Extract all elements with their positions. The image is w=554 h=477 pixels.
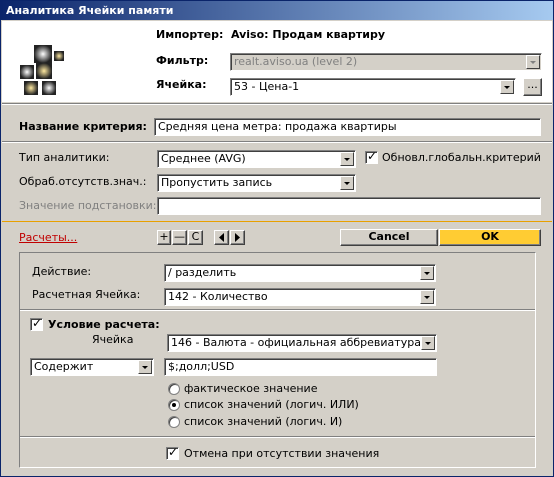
browse-button[interactable]: ... — [523, 78, 542, 96]
missing-handling-value: Пропустить запись — [161, 176, 273, 189]
chevron-down-icon — [421, 336, 435, 350]
divider — [2, 103, 552, 105]
operator-value: Содержит — [34, 360, 94, 373]
radio-actual-value[interactable] — [168, 383, 180, 395]
remove-button[interactable]: — — [172, 230, 187, 245]
cell-select[interactable]: 53 - Цена-1 — [230, 78, 516, 96]
chevron-down-icon — [138, 360, 152, 374]
window-title: Аналитика Ячейки памяти — [6, 4, 174, 17]
accent-divider — [2, 221, 552, 222]
chevron-down-icon — [420, 266, 434, 280]
filter-label: Фильтр: — [156, 54, 209, 67]
analytics-type-label: Тип аналитики: — [19, 151, 110, 164]
action-select[interactable]: / разделить — [164, 264, 436, 282]
ok-button[interactable]: OK — [439, 229, 541, 246]
condition-value-input[interactable]: $;долл;USD — [164, 358, 437, 376]
filter-value: realt.aviso.ua (level 2) — [234, 55, 358, 68]
divider — [20, 309, 535, 311]
criterion-name-input[interactable]: Средняя цена метра: продажа квартиры — [154, 118, 541, 136]
divider — [2, 141, 552, 143]
triangle-left-icon — [219, 233, 224, 242]
triangle-right-icon — [235, 233, 240, 242]
importer-label: Импортер: — [156, 28, 224, 41]
update-global-label: Обновл.глобальн.критерий — [382, 151, 541, 164]
radio-list-and[interactable] — [168, 416, 180, 428]
cancel-button[interactable]: Cancel — [340, 229, 438, 246]
radio-list-or-label: список значений (логич. ИЛИ) — [184, 398, 359, 411]
chevron-down-icon — [420, 290, 434, 304]
condition-cell-select[interactable]: 146 - Валюта - официальная аббревиатура — [167, 334, 437, 352]
dialog-window: Аналитика Ячейки памяти Импортер: Aviso:… — [0, 0, 554, 477]
chevron-down-icon — [340, 152, 354, 166]
criterion-name-label: Название критерия: — [19, 120, 147, 133]
missing-handling-label: Обраб.отсутств.знач.: — [19, 175, 147, 188]
operator-select[interactable]: Содержит — [30, 358, 154, 376]
condition-label: Условие расчета: — [48, 318, 160, 331]
next-button[interactable] — [230, 230, 245, 245]
add-button[interactable]: + — [157, 230, 171, 245]
condition-cell-label: Ячейка — [92, 333, 134, 346]
cancel-missing-label: Отмена при отсутствии значения — [184, 447, 380, 460]
cell-value: 53 - Цена-1 — [234, 80, 300, 93]
calc-cell-value: 142 - Количество — [168, 290, 268, 303]
analytics-type-select[interactable]: Среднее (AVG) — [157, 150, 356, 168]
chevron-down-icon — [340, 176, 354, 190]
chevron-down-icon — [500, 80, 514, 94]
title-bar: Аналитика Ячейки памяти — [1, 1, 553, 20]
app-logo-icon — [16, 43, 70, 97]
action-label: Действие: — [32, 265, 92, 278]
update-global-checkbox[interactable] — [365, 149, 378, 164]
cell-label: Ячейка: — [156, 78, 207, 91]
substitute-label: Значение подстановки: — [19, 199, 157, 212]
divider — [20, 436, 535, 438]
chevron-down-icon — [526, 55, 540, 69]
filter-select[interactable]: realt.aviso.ua (level 2) — [230, 53, 542, 71]
calc-cell-label: Расчетная Ячейка: — [32, 288, 141, 301]
radio-list-or[interactable] — [168, 399, 180, 411]
clear-button[interactable]: C — [188, 230, 203, 245]
substitute-input[interactable] — [157, 197, 541, 215]
importer-value: Aviso: Продам квартиру — [231, 28, 386, 41]
analytics-type-value: Среднее (AVG) — [161, 152, 246, 165]
missing-handling-select[interactable]: Пропустить запись — [157, 174, 356, 192]
action-value: / разделить — [168, 266, 237, 279]
condition-cell-value: 146 - Валюта - официальная аббревиатура — [171, 336, 421, 349]
radio-list-and-label: список значений (логич. И) — [184, 415, 343, 428]
header-panel: Импортер: Aviso: Продам квартиру Фильтр:… — [2, 21, 552, 102]
radio-actual-label: фактическое значение — [184, 382, 318, 395]
calculations-link[interactable]: Расчеты... — [19, 231, 77, 244]
condition-checkbox[interactable] — [30, 316, 43, 331]
calc-cell-select[interactable]: 142 - Количество — [164, 288, 436, 306]
cancel-missing-checkbox[interactable] — [166, 445, 179, 460]
prev-button[interactable] — [214, 230, 229, 245]
